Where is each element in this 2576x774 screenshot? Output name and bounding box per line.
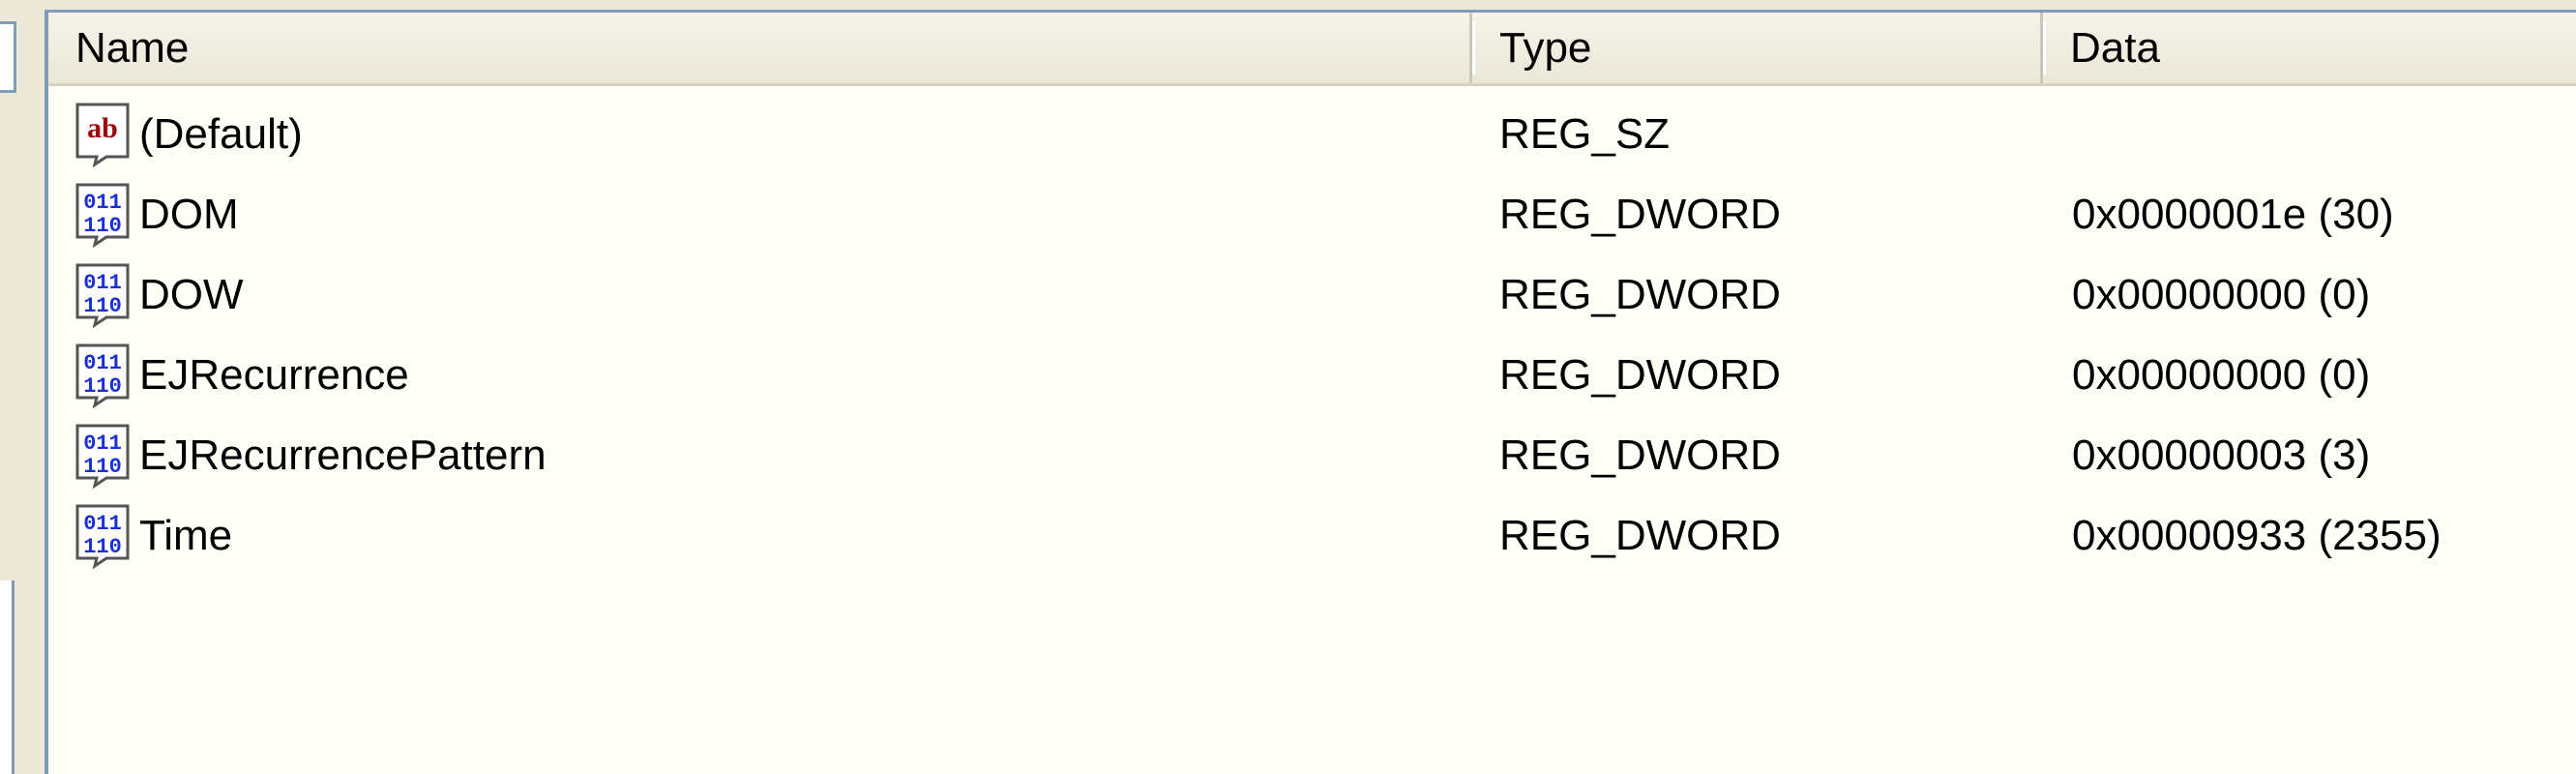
tree-pane-edge [0,580,15,774]
svg-text:110: 110 [83,214,122,238]
column-header-type[interactable]: Type [1472,13,2046,83]
value-data: 0x00000933 (2355) [2072,511,2442,559]
value-name-cell[interactable]: 011 110 DOW [74,254,244,335]
value-data: 0x00000003 (3) [2072,431,2371,479]
value-name: EJRecurrence [139,350,409,399]
value-type: REG_DWORD [1499,511,1781,559]
column-header-data[interactable]: Data [2043,13,2576,83]
value-row[interactable]: ab (Default) REG_SZ [48,94,2576,174]
value-name: DOM [139,190,239,238]
value-row[interactable]: 011 110 Time REG_DWORD 0x00000933 (2355) [48,495,2576,576]
value-data: 0x0000001e (30) [2072,190,2394,238]
pane-splitter[interactable] [25,0,44,774]
tree-scroll-edge [0,21,16,93]
key-tree-pane[interactable] [0,0,25,774]
svg-text:011: 011 [83,191,122,215]
value-type: REG_DWORD [1499,350,1781,399]
svg-text:011: 011 [83,432,122,456]
value-data: 0x00000000 (0) [2072,350,2371,399]
svg-text:011: 011 [83,271,122,295]
svg-text:011: 011 [83,351,122,375]
value-rows: ab (Default) REG_SZ 011 110 DOM REG_DWORD 0x000… [48,94,2576,576]
value-name-cell[interactable]: 011 110 EJRecurrencePattern [74,415,547,495]
svg-text:110: 110 [83,374,122,399]
string-value-icon: ab [74,101,133,168]
value-row[interactable]: 011 110 EJRecurrencePattern REG_DWORD 0x0000… [48,415,2576,495]
svg-text:110: 110 [83,535,122,559]
svg-text:ab: ab [87,112,118,144]
value-type: REG_DWORD [1499,270,1781,318]
column-header-name[interactable]: Name [48,13,1475,83]
binary-value-icon: 011 110 [74,261,133,329]
column-header-row: Name Type Data [48,13,2576,86]
value-name: DOW [139,270,244,318]
svg-text:110: 110 [83,455,122,479]
value-row[interactable]: 011 110 DOM REG_DWORD 0x0000001e (30) [48,174,2576,254]
value-name-cell[interactable]: 011 110 DOM [74,174,239,254]
value-name: (Default) [139,109,303,158]
svg-text:110: 110 [83,294,122,318]
value-name-cell[interactable]: ab (Default) [74,94,303,174]
value-type: REG_SZ [1499,109,1671,158]
binary-value-icon: 011 110 [74,502,133,570]
value-name: EJRecurrencePattern [139,431,547,479]
value-name: Time [139,511,233,559]
binary-value-icon: 011 110 [74,181,133,249]
values-list-view[interactable]: Name Type Data ab (Default) REG_SZ 011 110 DO… [44,10,2576,774]
svg-text:011: 011 [83,512,122,536]
value-row[interactable]: 011 110 EJRecurrence REG_DWORD 0x00000000 (0… [48,335,2576,415]
binary-value-icon: 011 110 [74,422,133,490]
binary-value-icon: 011 110 [74,342,133,409]
value-name-cell[interactable]: 011 110 EJRecurrence [74,335,409,415]
value-type: REG_DWORD [1499,431,1781,479]
value-data: 0x00000000 (0) [2072,270,2371,318]
value-name-cell[interactable]: 011 110 Time [74,495,232,576]
registry-editor-window: Name Type Data ab (Default) REG_SZ 011 110 DO… [0,0,2576,774]
value-row[interactable]: 011 110 DOW REG_DWORD 0x00000000 (0) [48,254,2576,335]
value-type: REG_DWORD [1499,190,1781,238]
